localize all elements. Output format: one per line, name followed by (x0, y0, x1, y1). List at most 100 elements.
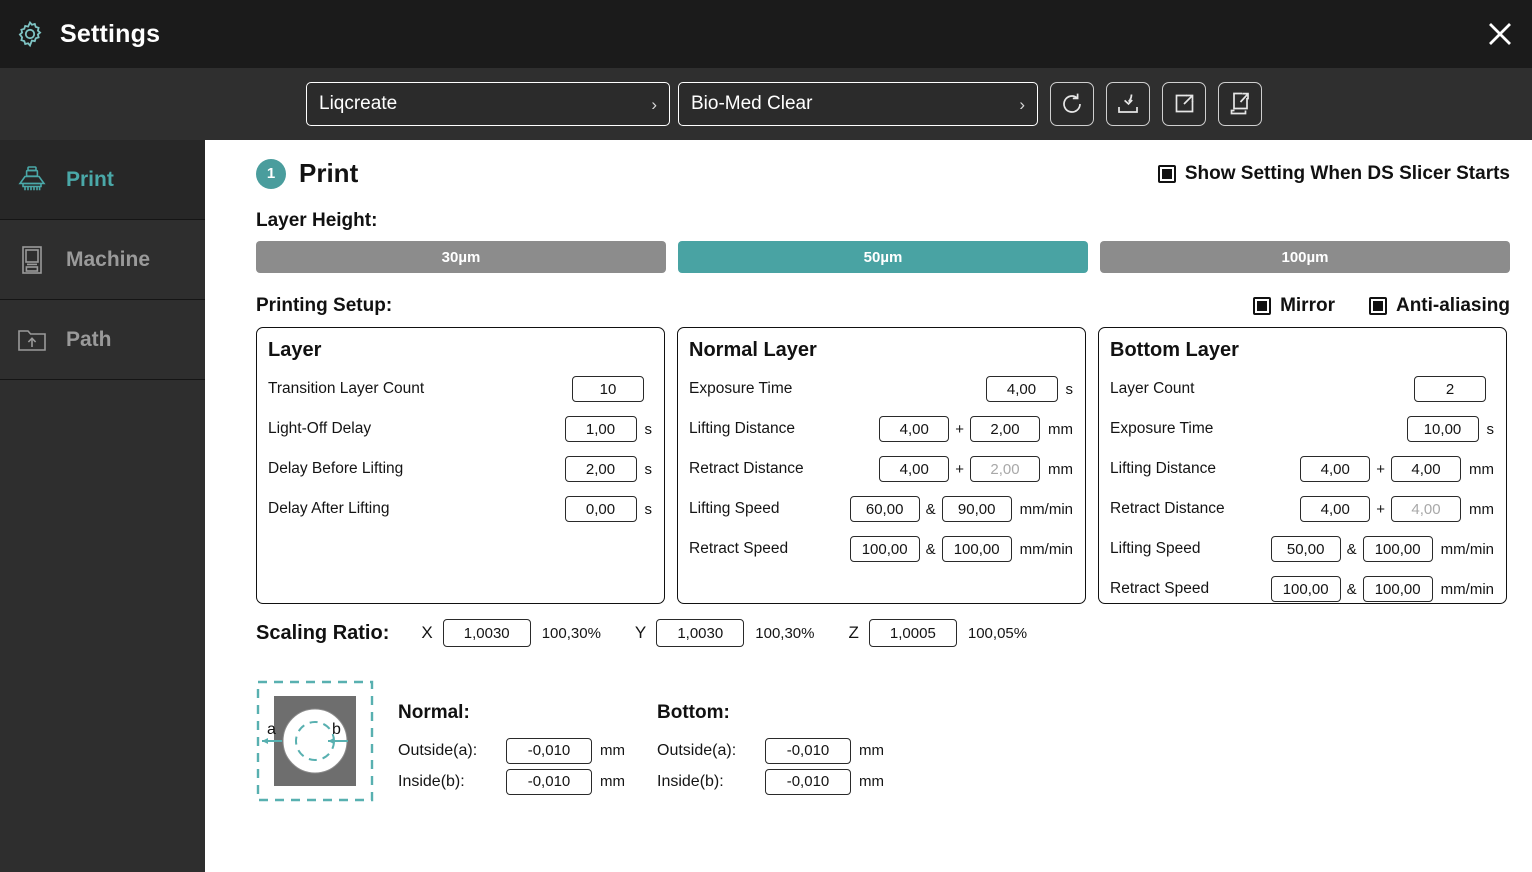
sidebar-item-label: Machine (66, 247, 151, 271)
gear-icon (14, 18, 46, 50)
bottom-retract-speed-operator: & (1346, 580, 1357, 598)
normal-lifting-speed-input-2[interactable]: 90,00 (941, 496, 1012, 522)
compensation-normal-inside-label: Inside(b): (398, 772, 465, 790)
bottom-exposure-time-input[interactable]: 10,00 (1406, 416, 1479, 442)
layer-height-option-30um[interactable]: 30µm (256, 241, 666, 273)
folder-upload-icon (14, 322, 50, 358)
transition-layer-count-input[interactable]: 10 (572, 376, 644, 402)
bottom-lifting-speed-input-1[interactable]: 50,00 (1270, 536, 1341, 562)
reset-icon (1063, 93, 1081, 113)
normal-retract-distance-label: Retract Distance (689, 460, 804, 477)
bottom-layer-count-input[interactable]: 2 (1414, 376, 1486, 402)
bottom-layer-count-label: Layer Count (1110, 380, 1195, 397)
resin-select-value: Bio-Med Clear (691, 93, 813, 114)
section-header: 1 Print Show Setting When DS Slicer Star… (256, 158, 1510, 189)
scaling-ratio-row: Scaling Ratio: X 1,0030 100,30% Y 1,0030… (256, 619, 1510, 647)
normal-lifting-speed-input-1[interactable]: 60,00 (849, 496, 920, 522)
resin-select[interactable]: Bio-Med Clear › (678, 82, 1038, 126)
bottom-retract-distance-unit: mm (1469, 500, 1494, 518)
bottom-retract-distance-label: Retract Distance (1110, 500, 1225, 517)
compensation-bottom-outside-label: Outside(a): (657, 741, 737, 759)
main-content: 1 Print Show Setting When DS Slicer Star… (205, 140, 1532, 872)
compensation-bottom-outside-row: Outside(a): -0,010 mm (657, 735, 916, 766)
machine-icon (14, 242, 50, 278)
anti-aliasing-checkbox[interactable] (1368, 297, 1387, 315)
layer-height-option-100um[interactable]: 100µm (1100, 241, 1510, 273)
show-setting-checkbox[interactable] (1157, 164, 1176, 183)
bottom-exposure-time-row: Exposure Time 10,00 s (1110, 409, 1494, 449)
normal-retract-speed-input-1[interactable]: 100,00 (849, 536, 920, 562)
export-button[interactable] (1162, 82, 1206, 126)
bottom-lifting-distance-input-2[interactable]: 4,00 (1391, 456, 1461, 482)
bottom-exposure-time-unit: s (1486, 420, 1495, 438)
scaling-axis-y-input[interactable]: 1,0030 (656, 619, 745, 647)
mirror-checkbox-row[interactable]: Mirror (1253, 295, 1335, 317)
light-off-delay-input[interactable]: 1,00 (564, 416, 637, 442)
transition-layer-count-row: Transition Layer Count 10 (268, 369, 652, 409)
normal-exposure-time-unit: s (1065, 380, 1074, 398)
close-icon (1489, 23, 1511, 45)
bottom-retract-distance-input-1[interactable]: 4,00 (1300, 496, 1371, 522)
layer-panel-title: Layer (268, 339, 322, 361)
sidebar-item-path[interactable]: Path (0, 300, 205, 380)
compensation-bottom-outside-unit: mm (859, 742, 884, 759)
bottom-retract-speed-input-2[interactable]: 100,00 (1362, 576, 1433, 602)
normal-exposure-time-input[interactable]: 4,00 (985, 376, 1058, 402)
normal-exposure-time-label: Exposure Time (689, 380, 793, 397)
section-title: Print (299, 158, 359, 188)
delay-after-lifting-label: Delay After Lifting (268, 500, 390, 517)
transition-layer-count-label: Transition Layer Count (268, 380, 425, 397)
svg-text:a: a (267, 721, 276, 738)
mirror-checkbox[interactable] (1253, 297, 1272, 315)
scaling-axis-x-input[interactable]: 1,0030 (442, 619, 531, 647)
normal-lifting-speed-operator: & (925, 500, 936, 518)
layer-panel: Layer Transition Layer Count 10 Light-Of… (256, 327, 665, 604)
normal-lifting-distance-input-1[interactable]: 4,00 (879, 416, 950, 442)
show-setting-checkbox-row[interactable]: Show Setting When DS Slicer Starts (1157, 162, 1510, 185)
compensation-normal-column: Normal: Outside(a): -0,010 mm Inside(b):… (398, 702, 657, 797)
layer-height-option-50um[interactable]: 50µm (678, 241, 1088, 273)
bottom-retract-distance-input-2[interactable]: 4,00 (1391, 496, 1461, 522)
page-title: Settings (60, 19, 161, 48)
normal-lifting-distance-operator: + (955, 420, 964, 438)
reset-button[interactable] (1050, 82, 1094, 126)
normal-lifting-distance-input-2[interactable]: 2,00 (970, 416, 1040, 442)
close-button[interactable] (1476, 10, 1524, 58)
delay-before-lifting-label: Delay Before Lifting (268, 460, 404, 477)
compensation-bottom-inside-unit: mm (859, 773, 884, 790)
settings-window: Settings Liqcreate › Bio-Med Clear › Pri… (0, 0, 1532, 872)
normal-retract-distance-input-1[interactable]: 4,00 (879, 456, 950, 482)
bottom-retract-distance-operator: + (1376, 500, 1385, 518)
compensation-bottom-inside-row: Inside(b): -0,010 mm (657, 766, 916, 797)
scaling-axis-z-percent: 100,05% (967, 624, 1028, 642)
import-button[interactable] (1106, 82, 1150, 126)
compensation-bottom-inside-input[interactable]: -0,010 (765, 768, 851, 795)
chevron-right-icon: › (651, 94, 657, 114)
anti-aliasing-checkbox-row[interactable]: Anti-aliasing (1368, 295, 1510, 317)
normal-retract-distance-input-2[interactable]: 2,00 (970, 456, 1040, 482)
delay-after-lifting-input[interactable]: 0,00 (564, 496, 637, 522)
compensation-normal-inside-unit: mm (600, 773, 625, 790)
compensation-bottom-outside-input[interactable]: -0,010 (765, 737, 851, 764)
normal-retract-speed-input-2[interactable]: 100,00 (941, 536, 1012, 562)
brand-select[interactable]: Liqcreate › (306, 82, 670, 126)
scaling-axis-z-input[interactable]: 1,0005 (868, 619, 957, 647)
show-setting-label: Show Setting When DS Slicer Starts (1184, 162, 1510, 184)
bottom-lifting-distance-input-1[interactable]: 4,00 (1300, 456, 1371, 482)
bottom-retract-speed-unit: mm/min (1440, 580, 1494, 598)
delay-after-lifting-row: Delay After Lifting 0,00 s (268, 489, 652, 529)
sidebar-item-print[interactable]: Print (0, 140, 205, 220)
sidebar-item-machine[interactable]: Machine (0, 220, 205, 300)
step-badge: 1 (256, 158, 286, 189)
normal-layer-panel-title: Normal Layer (689, 339, 817, 361)
bottom-retract-speed-input-1[interactable]: 100,00 (1270, 576, 1341, 602)
export-all-button[interactable] (1218, 82, 1262, 126)
delay-before-lifting-row: Delay Before Lifting 2,00 s (268, 449, 652, 489)
compensation-normal-outside-input[interactable]: -0,010 (506, 737, 592, 764)
delay-before-lifting-input[interactable]: 2,00 (564, 456, 637, 482)
printer-nozzle-icon (14, 162, 50, 198)
normal-retract-speed-unit: mm/min (1019, 540, 1073, 558)
chevron-right-icon: › (1019, 94, 1025, 114)
bottom-lifting-speed-input-2[interactable]: 100,00 (1362, 536, 1433, 562)
compensation-normal-inside-input[interactable]: -0,010 (506, 768, 592, 795)
